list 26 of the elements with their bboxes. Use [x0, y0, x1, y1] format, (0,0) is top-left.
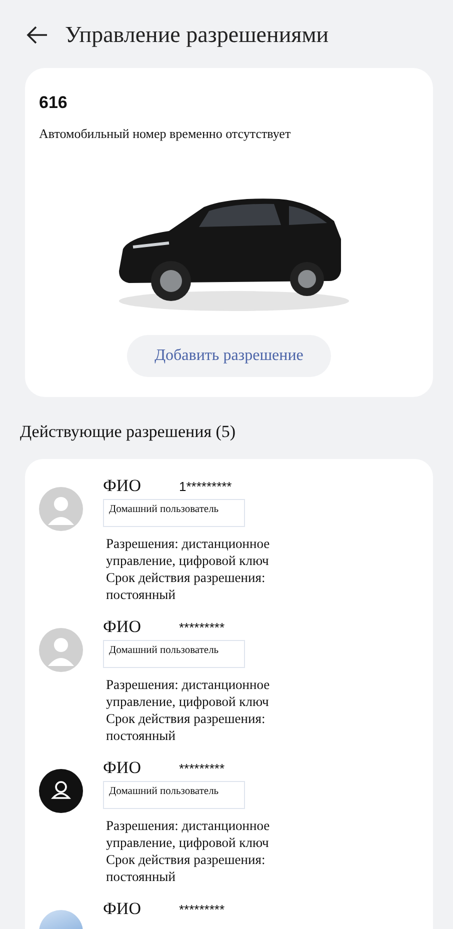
- permissions-text: Разрешения: дистанционное управление, цифровой ключ: [106, 534, 271, 569]
- permissions-text: Разрешения: дистанционное управление, цифровой ключ: [106, 816, 271, 851]
- phone-number: *********: [178, 900, 225, 918]
- page-title: Управление разрешениями: [65, 20, 329, 49]
- user-name: ФИО: [103, 898, 141, 920]
- permissions-text: Разрешения: дистанционное управление, цифровой ключ: [106, 676, 271, 710]
- plate-status: Автомобильный номер временно отсутствует: [39, 124, 292, 143]
- phone-number: *********: [178, 760, 225, 778]
- phone-number: 1*********: [178, 478, 232, 496]
- vehicle-name: 616: [39, 92, 68, 114]
- role-label: Домашний пользователь: [103, 499, 245, 527]
- avatar-icon: [39, 628, 83, 672]
- user-name: ФИО: [103, 756, 141, 778]
- back-icon[interactable]: [25, 25, 49, 45]
- avatar-icon: [39, 486, 83, 530]
- validity-text: Срок действия разрешения: постоянный: [106, 850, 266, 885]
- user-name: ФИО: [103, 474, 141, 496]
- user-name: ФИО: [103, 616, 141, 638]
- avatar-icon: [39, 768, 83, 812]
- section-title: Действующие разрешения (5): [20, 421, 237, 443]
- role-label: Домашний пользователь: [103, 640, 245, 668]
- role-label: Домашний пользователь: [103, 781, 245, 809]
- add-permission-button[interactable]: Добавить разрешение: [126, 335, 332, 377]
- validity-text: Срок действия разрешения: постоянный: [106, 710, 266, 744]
- phone-number: *********: [178, 618, 225, 636]
- validity-text: Срок действия разрешения: постоянный: [106, 568, 266, 603]
